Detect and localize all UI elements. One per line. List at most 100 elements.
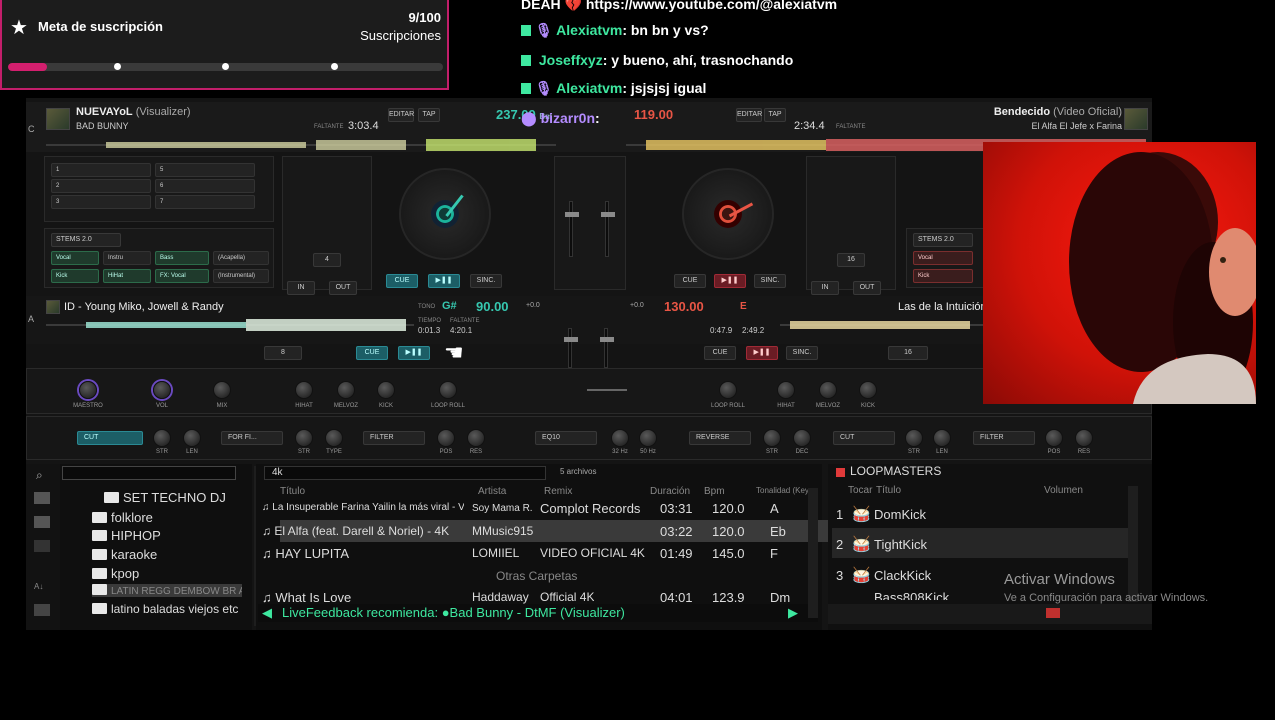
deck-a-cover[interactable] (46, 300, 60, 314)
deck-d-cue-button[interactable]: CUE (674, 274, 706, 288)
deck-b-sync-button[interactable]: SINC. (786, 346, 818, 360)
file-list-scrollbar[interactable] (808, 488, 818, 618)
master-knob[interactable] (79, 381, 97, 399)
hotcue-5[interactable]: 5 (155, 163, 255, 177)
stems-mode-right[interactable]: STEMS 2.0 (913, 233, 973, 247)
eq-50hz-knob[interactable] (639, 429, 657, 447)
fx-right-dec-knob[interactable] (793, 429, 811, 447)
hotcue-6[interactable]: 6 (155, 179, 255, 193)
deck-a-waveform[interactable] (46, 318, 414, 332)
deck-c-cover[interactable] (46, 108, 70, 130)
melvoz-knob-left[interactable] (337, 381, 355, 399)
fx-right-str-knob[interactable] (763, 429, 781, 447)
fx-right-res-knob[interactable] (1075, 429, 1093, 447)
chat-username[interactable]: Alexiatvm (556, 22, 622, 38)
deck-c-play-button[interactable]: ▶❚❚ (428, 274, 460, 288)
deck-c-tap-button[interactable]: TAP (418, 108, 440, 122)
deck-b-loop-size[interactable]: 16 (888, 346, 928, 360)
fx-left-pos-knob[interactable] (437, 429, 455, 447)
sampler-rec-icon[interactable] (836, 468, 845, 477)
chat-username[interactable]: Joseffxyz (539, 52, 603, 68)
stem-hihat[interactable]: HiHat (103, 269, 151, 283)
sampler-record-button[interactable] (1046, 608, 1060, 618)
deck-a-cue-button[interactable]: CUE (356, 346, 388, 360)
sampler-scrollbar[interactable] (1128, 486, 1138, 602)
hotcue-7[interactable]: 7 (155, 195, 255, 209)
kick-knob-left[interactable] (377, 381, 395, 399)
deck-a-key[interactable]: G# (442, 300, 457, 312)
stem-instru[interactable]: Instru (103, 251, 151, 265)
hotcue-3[interactable]: 3 (51, 195, 151, 209)
stem-right-vocal[interactable]: Vocal (913, 251, 973, 265)
hihat-knob-left[interactable] (295, 381, 313, 399)
deck-b-cue-button[interactable]: CUE (704, 346, 736, 360)
deck-d-tap-button[interactable]: TAP (764, 108, 786, 122)
folder-item[interactable]: latino baladas viejos etc (92, 602, 252, 616)
deck-d-jogwheel[interactable] (682, 168, 774, 260)
fx-right-3[interactable]: FILTER (973, 431, 1035, 445)
deck-c-waveform[interactable] (46, 138, 556, 152)
livefeedback-bar[interactable]: ◀ LiveFeedback recomienda: ●Bad Bunny - … (258, 604, 818, 622)
fx-left-2[interactable]: FOR FI... (221, 431, 283, 445)
crossfader[interactable] (587, 389, 627, 391)
stem-bass[interactable]: Bass (155, 251, 209, 265)
deck-d-loop-size[interactable]: 16 (837, 253, 865, 267)
arrow-right-icon[interactable]: ▶ (788, 605, 798, 621)
deck-a-loop-size[interactable]: 8 (264, 346, 302, 360)
deck-d-cover[interactable] (1124, 108, 1148, 130)
stem-fx-vocal[interactable]: FX: Vocal (155, 269, 209, 283)
deck-c-edit-button[interactable]: EDITAR (388, 108, 414, 122)
deck-d-edit-button[interactable]: EDITAR (736, 108, 762, 122)
deck-b-key[interactable]: E (740, 301, 747, 312)
fx-left-1[interactable]: CUT (77, 431, 143, 445)
fx-left-len-knob[interactable] (183, 429, 201, 447)
settings-icon[interactable] (34, 604, 50, 616)
stems-mode-left[interactable]: STEMS 2.0 (51, 233, 121, 247)
loop-roll-knob-left[interactable] (439, 381, 457, 399)
sampler-col-title[interactable]: Título (876, 485, 901, 496)
deck-c-jogwheel[interactable] (399, 168, 491, 260)
channel-d-fader[interactable] (601, 201, 615, 257)
chat-username[interactable]: bizarr0n (541, 110, 595, 126)
stem-instrumental[interactable]: (Instrumental) (213, 269, 269, 283)
deck-c-loop-size[interactable]: 4 (313, 253, 341, 267)
fx-left-str2-knob[interactable] (295, 429, 313, 447)
hihat-knob-right[interactable] (777, 381, 795, 399)
fx-right-str2-knob[interactable] (905, 429, 923, 447)
fx-left-res-knob[interactable] (467, 429, 485, 447)
fx-right-2[interactable]: CUT (833, 431, 895, 445)
melvoz-knob-right[interactable] (819, 381, 837, 399)
hotcue-2[interactable]: 2 (51, 179, 151, 193)
channel-c-fader[interactable] (565, 201, 579, 257)
sampler-col-play[interactable]: Tocar (848, 485, 872, 496)
hotcue-1[interactable]: 1 (51, 163, 151, 177)
deck-a-play-button[interactable]: ▶❚❚ (398, 346, 430, 360)
stem-right-kick[interactable]: Kick (913, 269, 973, 283)
fx-left-3[interactable]: FILTER (363, 431, 425, 445)
fx-right-1[interactable]: REVERSE (689, 431, 751, 445)
loop-roll-knob-right[interactable] (719, 381, 737, 399)
sampler-col-volume[interactable]: Volumen (1044, 485, 1083, 496)
volume-knob[interactable] (153, 381, 171, 399)
kick-knob-right[interactable] (859, 381, 877, 399)
fx-right-len-knob[interactable] (933, 429, 951, 447)
deck-c-cue-button[interactable]: CUE (386, 274, 418, 288)
channel-b-fader[interactable] (600, 328, 614, 368)
fx-left-type-knob[interactable] (325, 429, 343, 447)
stem-acapella[interactable]: (Acapella) (213, 251, 269, 265)
deck-d-out-button[interactable]: OUT (853, 281, 881, 295)
deck-c-out-button[interactable]: OUT (329, 281, 357, 295)
arrow-left-icon[interactable]: ◀ (262, 605, 272, 621)
deck-d-sync-button[interactable]: SINC. (754, 274, 786, 288)
stem-vocal[interactable]: Vocal (51, 251, 99, 265)
chat-username[interactable]: Alexiatvm (556, 80, 622, 96)
fx-right-pos-knob[interactable] (1045, 429, 1063, 447)
deck-b-waveform[interactable] (780, 318, 984, 332)
fx-left-str-knob[interactable] (153, 429, 171, 447)
mix-knob[interactable] (213, 381, 231, 399)
eq-32hz-knob[interactable] (611, 429, 629, 447)
stem-kick[interactable]: Kick (51, 269, 99, 283)
deck-d-in-button[interactable]: IN (811, 281, 839, 295)
deck-d-play-button[interactable]: ▶❚❚ (714, 274, 746, 288)
deck-b-play-button[interactable]: ▶❚❚ (746, 346, 778, 360)
